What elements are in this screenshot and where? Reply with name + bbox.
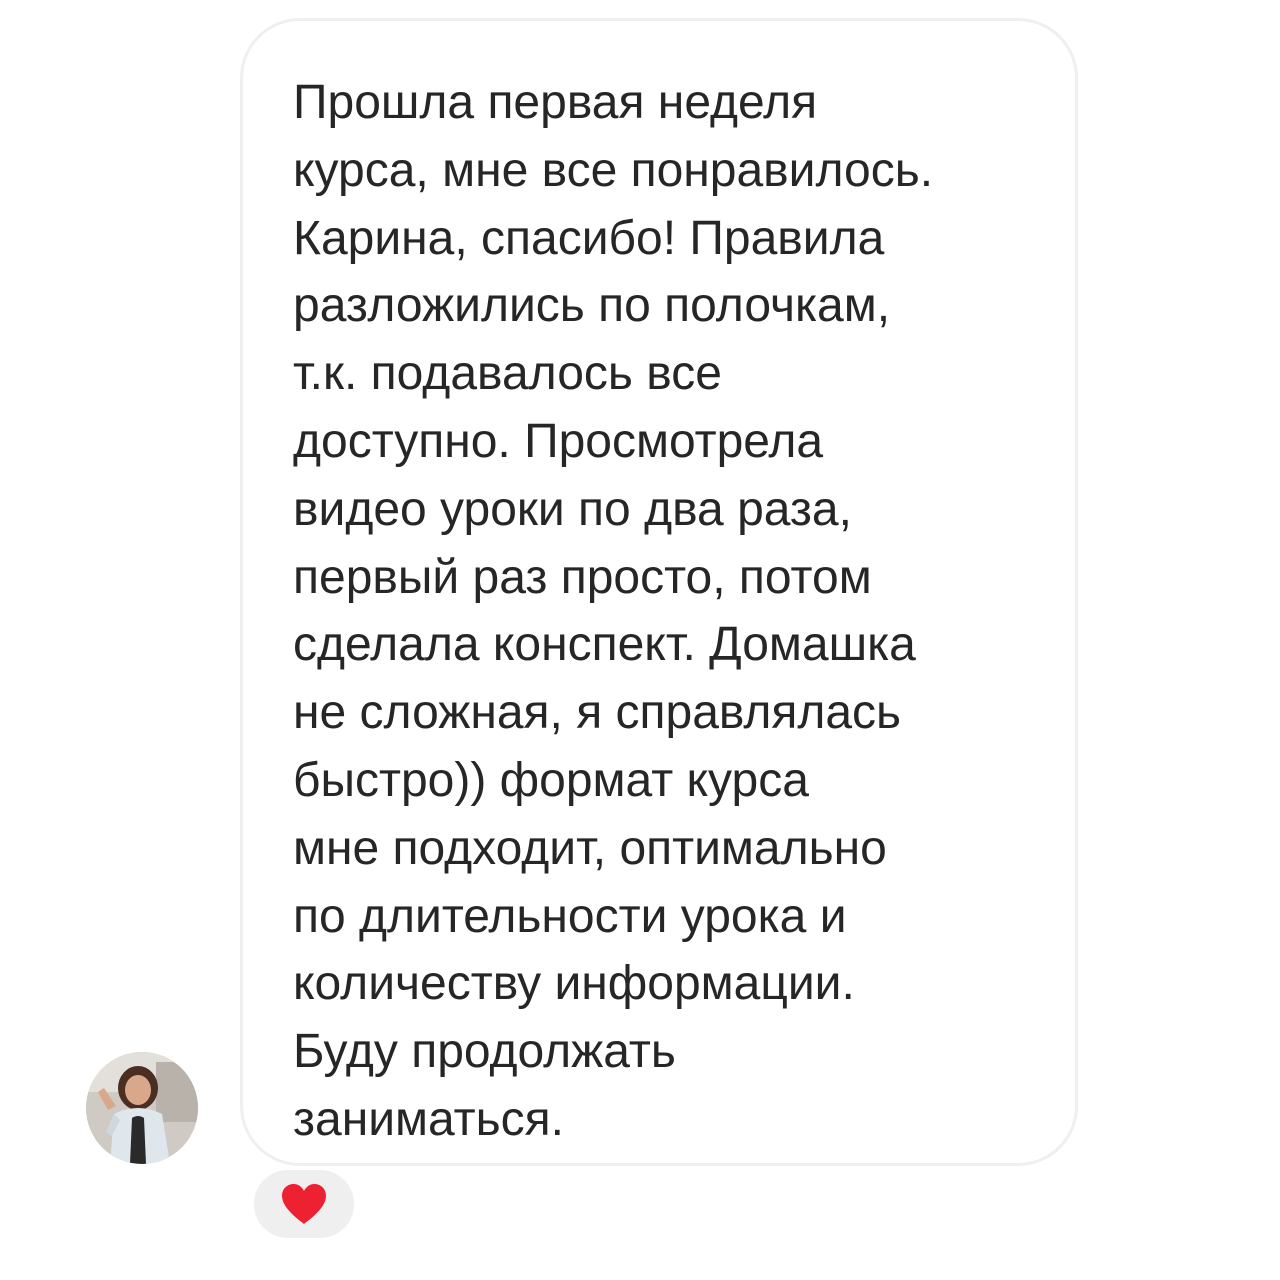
- message-line: Карина, спасибо! Правила: [293, 211, 885, 265]
- message-line: доступно. Просмотрела: [293, 414, 824, 468]
- sender-avatar[interactable]: [86, 1052, 198, 1164]
- message-line: быстро)) формат курса: [293, 753, 809, 807]
- message-line: заниматься.: [293, 1092, 564, 1146]
- message-line: Буду продолжать: [293, 1025, 676, 1079]
- message-line: по длительности урока и: [293, 889, 847, 943]
- message-line: не сложная, я справлялась: [293, 686, 902, 740]
- message-line: т.к. подавалось все: [293, 347, 722, 401]
- message-line: разложились по полочкам,: [293, 279, 891, 333]
- user-avatar-icon: [86, 1052, 198, 1164]
- message-line: количеству информации.: [293, 957, 855, 1011]
- message-line: мне подходит, оптимально: [293, 821, 887, 875]
- reaction-pill[interactable]: [250, 1166, 358, 1242]
- message-line: сделала конспект. Домашка: [293, 618, 916, 672]
- message-line: курса, мне все понравилось.: [293, 143, 934, 197]
- message-text: Прошла первая неделя курса, мне все понр…: [293, 69, 1053, 1154]
- message-line: Прошла первая неделя: [293, 76, 818, 129]
- heart-icon: [282, 1184, 326, 1224]
- message-line: первый раз просто, потом: [293, 550, 872, 604]
- message-line: видео уроки по два раза,: [293, 482, 852, 536]
- message-bubble[interactable]: Прошла первая неделя курса, мне все понр…: [240, 18, 1078, 1166]
